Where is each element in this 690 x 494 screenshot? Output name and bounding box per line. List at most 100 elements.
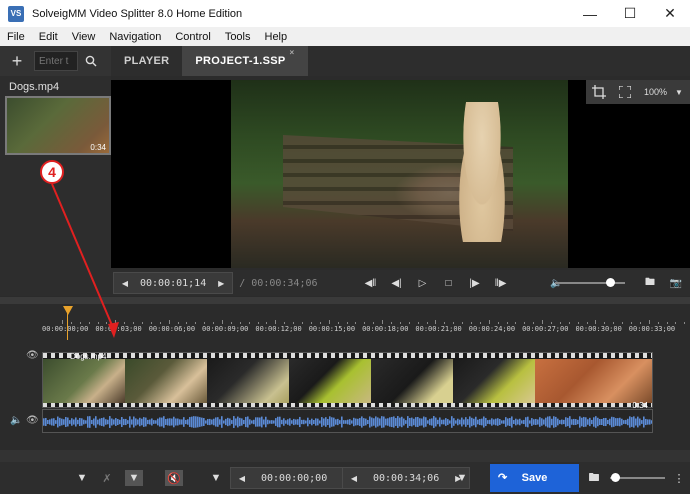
ruler-minor-tick bbox=[79, 322, 81, 324]
menu-file[interactable]: File bbox=[0, 31, 32, 43]
waveform-bar bbox=[399, 417, 401, 427]
split-marker-button[interactable]: ▼ bbox=[125, 470, 143, 486]
menu-help[interactable]: Help bbox=[258, 31, 295, 43]
waveform-bar bbox=[555, 416, 557, 428]
step-forward-button[interactable]: |▶ bbox=[462, 272, 488, 294]
playhead-marker[interactable] bbox=[63, 306, 73, 315]
waveform-bar bbox=[421, 418, 423, 426]
waveform-bar bbox=[615, 418, 617, 426]
minimize-button[interactable]: — bbox=[570, 0, 610, 27]
ruler-tick bbox=[595, 320, 597, 324]
close-tab-icon[interactable]: × bbox=[290, 48, 295, 57]
current-timecode[interactable]: 00:00:01;14 bbox=[136, 278, 210, 289]
menu-bar: File Edit View Navigation Control Tools … bbox=[0, 27, 690, 46]
prev-frame-arrow-icon[interactable]: ◀ bbox=[114, 279, 136, 288]
menu-navigation[interactable]: Navigation bbox=[102, 31, 168, 43]
go-to-start-button[interactable]: ◀‖ bbox=[358, 272, 384, 294]
open-folder-button[interactable]: 🖿 bbox=[637, 272, 663, 294]
add-file-button[interactable]: + bbox=[0, 46, 34, 76]
waveform-bar bbox=[101, 418, 103, 426]
menu-tools[interactable]: Tools bbox=[218, 31, 258, 43]
file-thumbnail[interactable]: 0:34 bbox=[5, 96, 111, 155]
start-time-prev-icon[interactable]: ◀ bbox=[231, 474, 253, 483]
waveform-bar bbox=[539, 417, 541, 427]
menu-view[interactable]: View bbox=[65, 31, 103, 43]
search-input[interactable] bbox=[34, 51, 78, 71]
waveform-bar bbox=[429, 418, 431, 426]
start-marker-button[interactable]: ▼ bbox=[207, 470, 225, 486]
film-frame bbox=[43, 359, 125, 403]
end-time-prev-icon[interactable]: ◀ bbox=[343, 474, 365, 483]
waveform-bar bbox=[305, 420, 307, 424]
waveform-bar bbox=[133, 416, 135, 428]
ruler-tick bbox=[275, 320, 277, 324]
tab-player[interactable]: PLAYER bbox=[111, 46, 182, 76]
stop-button[interactable]: □ bbox=[436, 272, 462, 294]
zoom-dropdown-icon[interactable]: ▼ bbox=[675, 88, 683, 97]
waveform-bar bbox=[577, 419, 579, 425]
timeline-scrollbar[interactable] bbox=[0, 450, 690, 462]
waveform-bar bbox=[435, 417, 437, 427]
audio-track[interactable] bbox=[42, 409, 653, 433]
waveform-bar bbox=[233, 416, 235, 428]
mute-segment-button[interactable]: 🔇 bbox=[165, 470, 183, 486]
next-frame-arrow-icon[interactable]: ▶ bbox=[210, 279, 232, 288]
close-button[interactable]: ✕ bbox=[650, 0, 690, 27]
ruler-minor-tick bbox=[106, 322, 108, 324]
search-button[interactable] bbox=[78, 50, 104, 72]
output-folder-button[interactable]: 🖿 bbox=[585, 470, 603, 486]
tab-project[interactable]: PROJECT-1.SSP × bbox=[182, 46, 308, 76]
waveform-bar bbox=[349, 419, 351, 425]
ruler-tick bbox=[382, 320, 384, 324]
remove-marker-button[interactable]: ✗ bbox=[98, 470, 116, 486]
waveform-bar bbox=[201, 417, 203, 427]
save-button[interactable]: ↷ Save bbox=[490, 464, 579, 492]
maximize-icon: ☐ bbox=[623, 5, 637, 21]
more-options-button[interactable]: ⋮ bbox=[670, 470, 688, 486]
video-track[interactable] bbox=[42, 352, 653, 408]
ruler-minor-tick bbox=[613, 322, 615, 324]
ruler-minor-tick bbox=[444, 322, 446, 324]
ruler-minor-tick bbox=[604, 322, 606, 324]
waveform-bar bbox=[273, 420, 275, 424]
maximize-button[interactable]: ☐ bbox=[610, 0, 650, 27]
waveform-bar bbox=[211, 419, 213, 425]
video-visibility-eye-icon[interactable]: 👁 bbox=[26, 350, 39, 361]
end-timecode[interactable]: 00:00:34;06 bbox=[365, 473, 447, 484]
audio-speaker-icon[interactable]: 🔈 bbox=[10, 415, 22, 426]
start-timecode[interactable]: 00:00:00;00 bbox=[253, 473, 335, 484]
go-to-end-button[interactable]: ‖▶ bbox=[488, 272, 514, 294]
waveform-bar bbox=[455, 420, 457, 424]
waveform-bar bbox=[245, 416, 247, 428]
menu-edit[interactable]: Edit bbox=[32, 31, 65, 43]
waveform-bar bbox=[77, 419, 79, 425]
zoom-level[interactable]: 100% bbox=[644, 87, 667, 97]
waveform-bar bbox=[437, 419, 439, 425]
waveform-bar bbox=[463, 419, 465, 425]
ruler-minor-tick bbox=[399, 322, 401, 324]
audio-visibility-eye-icon[interactable]: 👁 bbox=[26, 415, 39, 426]
step-back-button[interactable]: ◀| bbox=[384, 272, 410, 294]
play-button[interactable]: ▷ bbox=[410, 272, 436, 294]
waveform-bar bbox=[59, 417, 61, 427]
waveform-bar bbox=[453, 418, 455, 426]
fullscreen-button[interactable] bbox=[612, 80, 638, 104]
crop-button[interactable] bbox=[586, 80, 612, 104]
ruler-tick-label: 00:00:21;00 bbox=[415, 325, 462, 333]
waveform-bar bbox=[323, 418, 325, 426]
waveform-bar bbox=[47, 419, 49, 425]
volume-knob[interactable] bbox=[606, 278, 615, 287]
panel-divider[interactable] bbox=[0, 297, 690, 304]
ruler-tick bbox=[542, 320, 544, 324]
ruler-minor-tick bbox=[568, 322, 570, 324]
ruler-minor-tick bbox=[124, 322, 126, 324]
menu-control[interactable]: Control bbox=[168, 31, 217, 43]
add-marker-button[interactable]: ▼ bbox=[73, 470, 91, 486]
zoom-slider-knob[interactable] bbox=[611, 473, 620, 482]
waveform-bar bbox=[191, 416, 193, 428]
waveform-bar bbox=[411, 417, 413, 427]
end-marker-button[interactable]: ▼ bbox=[453, 470, 471, 486]
timeline-ruler[interactable]: 00:00:00;00 00:00:03;00 00:00:06;00 00:00:0… bbox=[0, 304, 690, 340]
snapshot-button[interactable]: 📷 bbox=[663, 272, 689, 294]
waveform-bar bbox=[163, 416, 165, 428]
